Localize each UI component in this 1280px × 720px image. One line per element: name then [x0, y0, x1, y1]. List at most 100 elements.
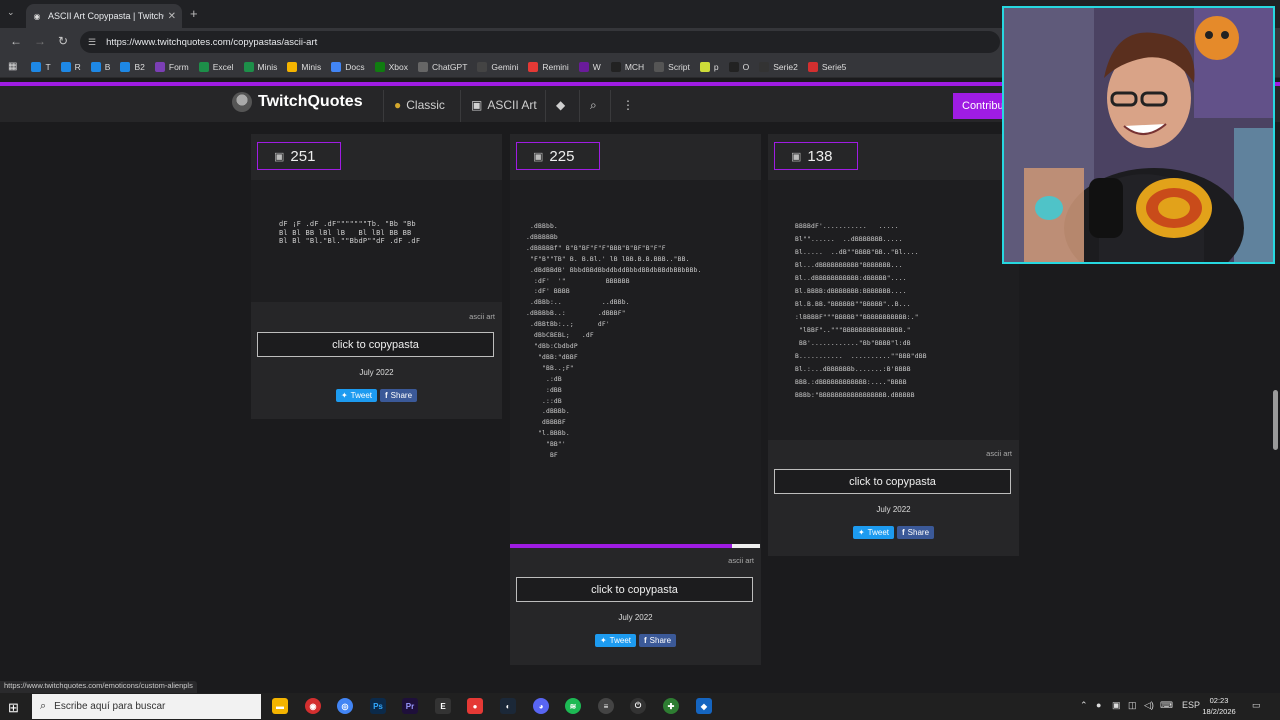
copypasta-button[interactable]: click to copypasta	[774, 469, 1011, 494]
copypasta-button[interactable]: click to copypasta	[257, 332, 494, 357]
address-bar[interactable]: ☰ https://www.twitchquotes.com/copypasta…	[80, 31, 1000, 53]
bookmark-icon	[807, 61, 818, 72]
volume-icon[interactable]: ◁)	[1144, 700, 1154, 711]
steam-icon[interactable]: ◐	[500, 698, 516, 714]
app-green-icon[interactable]: ✚	[663, 698, 679, 714]
bookmark-label: MCH	[624, 61, 645, 72]
bookmark-item[interactable]: Serie5	[807, 61, 846, 72]
back-icon[interactable]: ←	[10, 34, 22, 48]
microphone-icon[interactable]: ●	[1096, 700, 1101, 710]
more-menu-icon[interactable]: ⋮	[622, 98, 639, 112]
network-icon[interactable]: ◫	[1128, 700, 1137, 711]
nav-classic[interactable]: ● Classic	[394, 98, 445, 112]
webcam-image	[1004, 8, 1273, 262]
tray-app-icon[interactable]: ▣	[1112, 700, 1121, 711]
new-tab-icon[interactable]: +	[190, 6, 198, 21]
tweet-button[interactable]: ✦ Tweet	[335, 389, 377, 402]
bookmark-item[interactable]: W	[578, 61, 601, 72]
file-explorer-icon[interactable]: ▬	[272, 698, 288, 714]
site-logo[interactable]: TwitchQuotes	[232, 92, 363, 112]
scrollbar-thumb[interactable]	[732, 544, 760, 548]
share-button[interactable]: f Share	[639, 634, 677, 647]
bookmark-item[interactable]: Remini	[528, 61, 569, 72]
browser-tab[interactable]: ◉ ASCII Art Copypasta | TwitchQu ✕	[26, 4, 182, 28]
bookmark-item[interactable]: Excel	[198, 61, 234, 72]
bookmark-label: Gemini	[491, 61, 519, 72]
share-row: ✦ Tweet f Share	[768, 526, 1019, 539]
app-power-icon[interactable]: ⏻	[630, 698, 646, 714]
nav-ascii-label: ASCII Art	[487, 98, 537, 112]
bookmark-icon	[120, 61, 131, 72]
bookmark-item[interactable]: B	[90, 61, 110, 72]
premiere-icon[interactable]: Pr	[402, 698, 418, 714]
search-icon[interactable]: ⌕	[590, 98, 602, 113]
bookmark-item[interactable]: Gemini	[477, 61, 519, 72]
nav-ascii-art[interactable]: ▣ ASCII Art	[471, 98, 537, 112]
ascii-art-preview[interactable]: dF ¡F .dF .dF"""""""Tb. "Bb "Bb Bl Bl BB…	[251, 180, 502, 302]
nav-divider	[545, 90, 546, 122]
bookmark-icon	[154, 61, 165, 72]
taskbar-clock[interactable]: 02:23 18/2/2026	[1197, 695, 1241, 717]
chrome-icon[interactable]: ◎	[337, 698, 353, 714]
bookmark-item[interactable]: Docs	[331, 61, 365, 72]
bookmark-item[interactable]: Xbox	[374, 61, 408, 72]
bookmark-item[interactable]: p	[699, 61, 719, 72]
notifications-icon[interactable]: ▭	[1252, 700, 1261, 711]
bookmark-icon	[60, 61, 71, 72]
app-red-icon[interactable]: ●	[467, 698, 483, 714]
tweet-button[interactable]: ✦ Tweet	[594, 634, 636, 647]
page-scrollbar-thumb[interactable]	[1273, 390, 1278, 450]
bookmark-item[interactable]: Form	[154, 61, 189, 72]
tweet-button[interactable]: ✦ Tweet	[852, 526, 894, 539]
bookmark-label: Excel	[212, 61, 234, 72]
bookmark-item[interactable]: T	[31, 61, 51, 72]
bookmark-item[interactable]: B2	[120, 61, 145, 72]
bookmark-item[interactable]: Minis	[287, 61, 321, 72]
close-tab-icon[interactable]: ✕	[168, 11, 176, 22]
apps-icon[interactable]: ▦	[8, 61, 17, 72]
tag-label[interactable]: ascii art	[728, 556, 754, 565]
bookmark-item[interactable]: MCH	[610, 61, 645, 72]
preview-horizontal-scrollbar[interactable]	[510, 544, 760, 548]
share-button[interactable]: f Share	[380, 389, 418, 402]
site-info-icon[interactable]: ☰	[88, 37, 96, 48]
tray-overflow-icon[interactable]: ⌃	[1080, 700, 1088, 711]
bookmark-item[interactable]: Serie2	[759, 61, 798, 72]
tab-search-icon[interactable]: ⌄	[7, 7, 15, 18]
bookmark-label: ChatGPT	[431, 61, 468, 72]
post-date: July 2022	[618, 613, 653, 622]
ascii-art-preview[interactable]: BBBBdF'........... ..... Bl""...... ..dB…	[768, 180, 1019, 440]
copypasta-button[interactable]: click to copypasta	[516, 577, 753, 602]
copy-count-icon: ▣	[533, 150, 544, 163]
discord-icon[interactable]: ◕	[533, 698, 549, 714]
epic-games-icon[interactable]: E	[435, 698, 451, 714]
app-blue-icon[interactable]: ◆	[696, 698, 712, 714]
obs-icon[interactable]: ◉	[305, 698, 321, 714]
spotify-icon[interactable]: ≋	[565, 698, 581, 714]
taskbar-search-box[interactable]: ⌕ Escribe aquí para buscar	[32, 694, 261, 719]
copy-count-badge: ▣ 138	[774, 142, 858, 170]
taskbar-search-placeholder: Escribe aquí para buscar	[54, 701, 166, 712]
tweet-label: Tweet	[350, 391, 372, 400]
url-text: https://www.twitchquotes.com/copypastas/…	[106, 36, 318, 48]
forward-icon[interactable]: →	[34, 34, 46, 48]
bookmark-item[interactable]: R	[60, 61, 81, 72]
tag-label[interactable]: ascii art	[986, 449, 1012, 458]
copy-count-badge: ▣ 225	[516, 142, 600, 170]
bookmark-label: Remini	[542, 61, 569, 72]
tags-icon[interactable]: ◆	[556, 98, 570, 112]
keyboard-icon[interactable]: ⌨	[1160, 700, 1173, 711]
tag-label[interactable]: ascii art	[469, 312, 495, 321]
bookmark-item[interactable]: Minis	[243, 61, 277, 72]
bookmark-item[interactable]: O	[728, 61, 749, 72]
app-icon[interactable]: ≡	[598, 698, 614, 714]
reload-icon[interactable]: ↻	[58, 34, 68, 48]
tweet-label: Tweet	[609, 636, 631, 645]
bookmark-label: T	[45, 61, 51, 72]
share-button[interactable]: f Share	[897, 526, 935, 539]
bookmark-item[interactable]: ChatGPT	[417, 61, 468, 72]
photoshop-icon[interactable]: Ps	[370, 698, 386, 714]
ascii-art-preview[interactable]: .dBBbb. .dBBBBBb .dBBBBBf" B"B"BF"F"F"BB…	[510, 180, 761, 544]
windows-start-icon[interactable]: ⊞	[8, 700, 19, 716]
bookmark-item[interactable]: Script	[654, 61, 690, 72]
